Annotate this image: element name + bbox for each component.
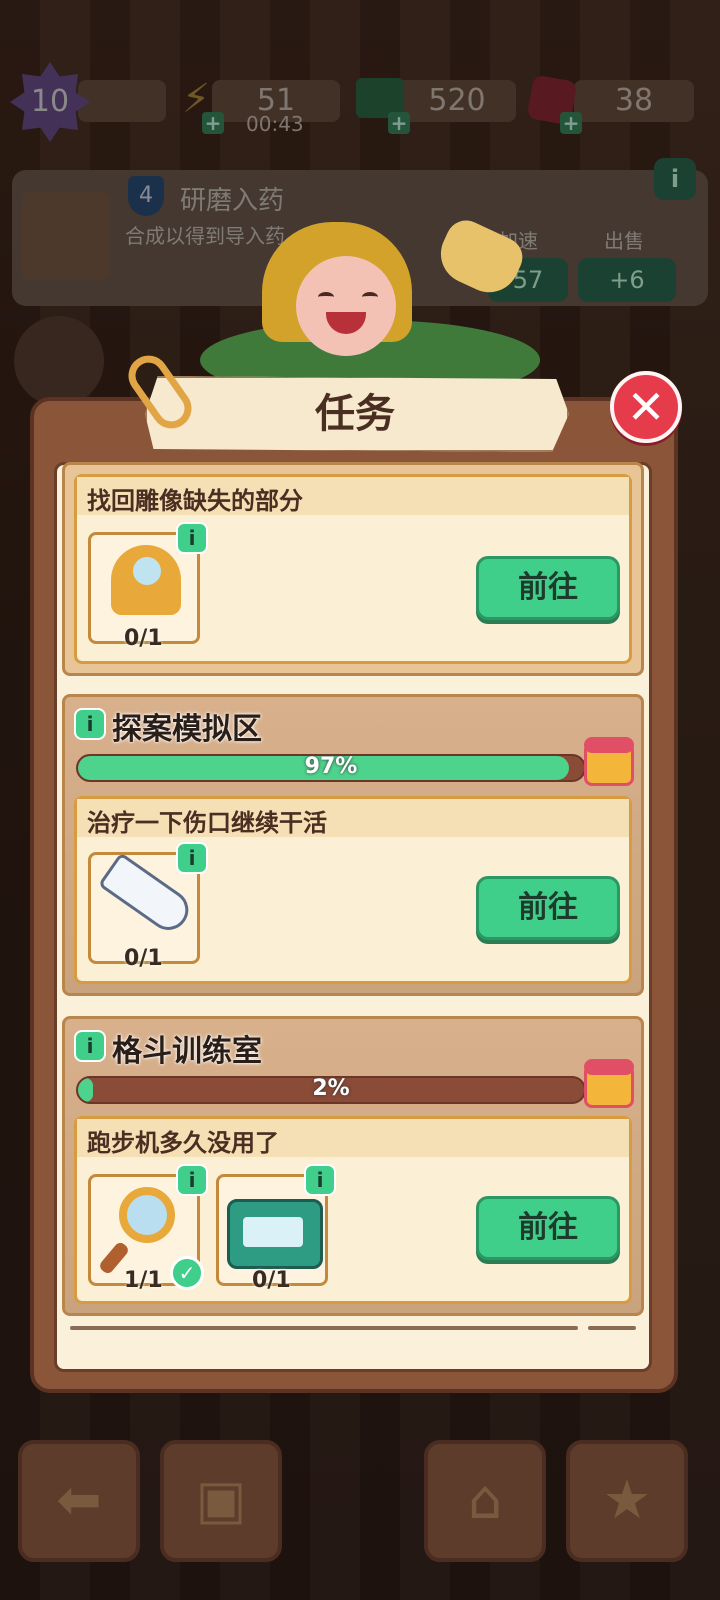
check-icon: ✓: [170, 1256, 204, 1290]
gift-box-icon[interactable]: [584, 737, 634, 786]
section-info-icon[interactable]: i: [74, 708, 106, 740]
task-title: 找回雕像缺失的部分: [87, 487, 303, 515]
shop-button[interactable]: ⌂: [424, 1440, 546, 1562]
section-title: 探案模拟区: [112, 712, 262, 747]
item-info-icon[interactable]: i: [176, 842, 208, 874]
back-button[interactable]: ⬅: [18, 1440, 140, 1562]
go-button[interactable]: 前往: [476, 1196, 620, 1260]
tasks-button[interactable]: ★: [566, 1440, 688, 1562]
task-title: 跑步机多久没用了: [87, 1129, 279, 1157]
item-info-icon[interactable]: i: [176, 522, 208, 554]
telescope-lens: [129, 553, 165, 589]
scroll-track: [70, 1326, 578, 1330]
magnifying-glass-icon: [119, 1187, 175, 1243]
back-arrow-icon: ⬅: [56, 1468, 102, 1531]
panel-title: 任务: [315, 391, 395, 437]
backpack-button[interactable]: ▣: [160, 1440, 282, 1562]
backpack-icon: ▣: [195, 1468, 247, 1531]
mascot-eye-left: [318, 292, 334, 302]
mascot-eye-right: [362, 292, 378, 302]
item-info-icon[interactable]: i: [304, 1164, 336, 1196]
item-count: 0/1: [124, 946, 163, 971]
gift-bow: [584, 737, 634, 753]
go-button[interactable]: 前往: [476, 876, 620, 940]
section-progress-bar: 97%: [76, 754, 586, 782]
basket-icon: ⌂: [467, 1468, 503, 1531]
item-count: 0/1: [124, 626, 163, 651]
close-icon: ✕: [626, 380, 666, 434]
item-count: 0/1: [252, 1268, 291, 1293]
clipboard-star-icon: ★: [602, 1468, 652, 1531]
section-info-icon[interactable]: i: [74, 1030, 106, 1062]
go-button[interactable]: 前往: [476, 556, 620, 620]
mascot-face: [296, 256, 396, 356]
section-title: 格斗训练室: [112, 1034, 262, 1069]
gift-box-icon[interactable]: [584, 1059, 634, 1108]
task-title: 治疗一下伤口继续干活: [87, 809, 327, 837]
scroll-thumb[interactable]: [588, 1326, 636, 1330]
section-progress-bar: 2%: [76, 1076, 586, 1104]
close-button[interactable]: ✕: [610, 371, 682, 443]
item-count: 1/1: [124, 1268, 163, 1293]
progress-text: 97%: [304, 754, 358, 779]
item-info-icon[interactable]: i: [176, 1164, 208, 1196]
kit-tray: [243, 1217, 303, 1247]
progress-text: 2%: [312, 1076, 350, 1101]
gift-bow: [584, 1059, 634, 1075]
